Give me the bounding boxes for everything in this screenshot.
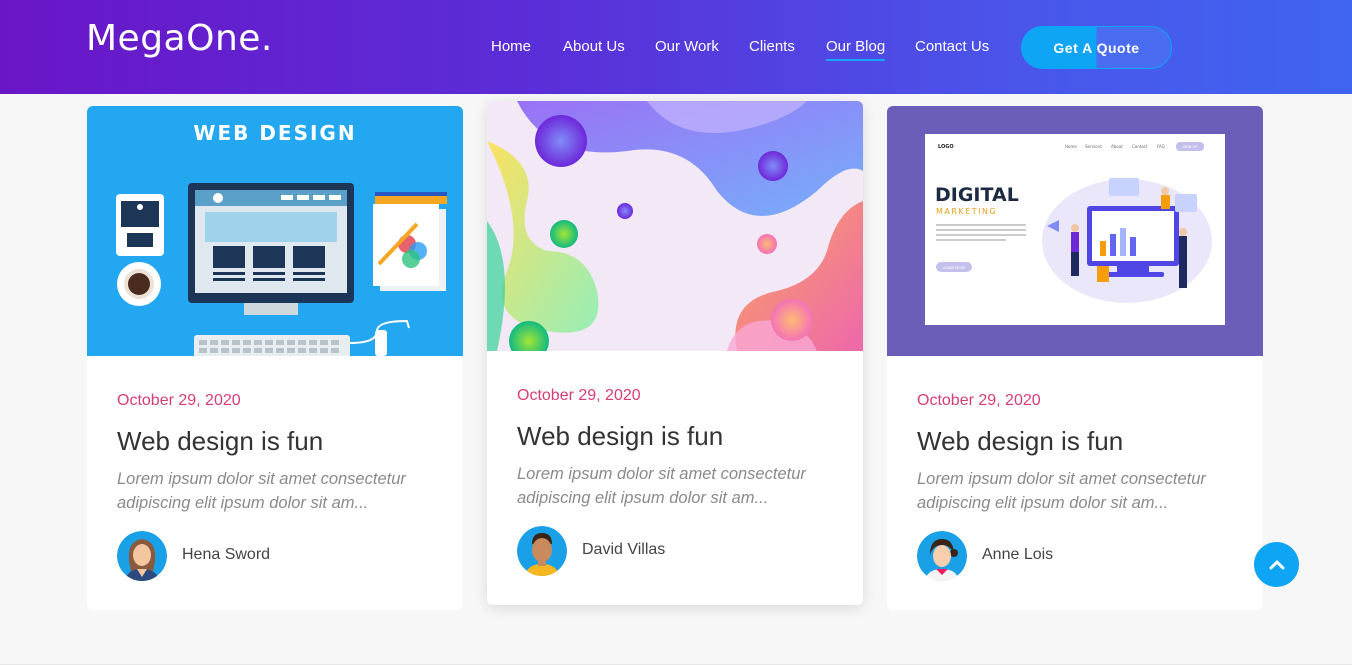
author-name: Anne Lois <box>982 546 1054 563</box>
post-image[interactable]: LOGO Home Services About Contact FAQ SIG… <box>887 106 1263 356</box>
blog-card[interactable]: WEB DESIGN October 29, 2020 Web design i… <box>87 106 463 610</box>
post-date: October 29, 2020 <box>517 387 641 404</box>
post-date: October 29, 2020 <box>917 392 1041 409</box>
post-date: October 29, 2020 <box>117 392 241 409</box>
author-name: David Villas <box>582 541 666 558</box>
get-a-quote-button[interactable]: Get A Quote <box>1021 26 1172 69</box>
post-excerpt: Lorem ipsum dolor sit amet consectetur a… <box>517 465 806 507</box>
author-name: Hena Sword <box>182 546 271 563</box>
author-avatar <box>517 526 567 576</box>
image-nav-contact: Contact <box>1132 144 1148 149</box>
image-heading: DIGITAL <box>935 184 1019 206</box>
nav-our-blog[interactable]: Our Blog <box>826 38 886 61</box>
nav-our-work[interactable]: Our Work <box>655 38 719 55</box>
image-nav-about: About <box>1111 144 1123 149</box>
author-avatar <box>117 531 167 581</box>
author-avatar <box>917 531 967 581</box>
post-title[interactable]: Web design is fun <box>917 426 1123 457</box>
chevron-up-icon <box>1269 560 1284 569</box>
image-learn-more: LEARN MORE <box>942 266 965 270</box>
post-image[interactable] <box>487 101 863 351</box>
image-logo: LOGO <box>938 144 954 150</box>
site-logo[interactable]: MegaOne. <box>86 18 273 59</box>
nav-home[interactable]: Home <box>491 38 531 55</box>
image-nav-services: Services <box>1085 144 1102 149</box>
post-excerpt: Lorem ipsum dolor sit amet consectetur a… <box>917 470 1206 512</box>
image-subheading: MARKETING <box>936 207 997 216</box>
post-excerpt: Lorem ipsum dolor sit amet consectetur a… <box>117 470 406 512</box>
blog-card[interactable]: LOGO Home Services About Contact FAQ SIG… <box>887 106 1263 610</box>
post-title[interactable]: Web design is fun <box>517 421 723 452</box>
nav-clients[interactable]: Clients <box>749 38 795 55</box>
image-nav-home: Home <box>1065 144 1077 149</box>
site-header: MegaOne. Home About Us Our Work Clients … <box>0 0 1352 94</box>
nav-about-us[interactable]: About Us <box>563 38 625 55</box>
blog-card[interactable]: October 29, 2020 Web design is fun Lorem… <box>487 101 863 605</box>
image-nav-faq: FAQ <box>1157 144 1165 149</box>
image-signup: SIGN UP <box>1183 145 1197 149</box>
scroll-to-top-button[interactable] <box>1254 542 1299 587</box>
nav-contact-us[interactable]: Contact Us <box>915 38 989 55</box>
post-image[interactable]: WEB DESIGN <box>87 106 463 356</box>
image-heading: WEB DESIGN <box>193 121 356 145</box>
post-title[interactable]: Web design is fun <box>117 426 323 457</box>
